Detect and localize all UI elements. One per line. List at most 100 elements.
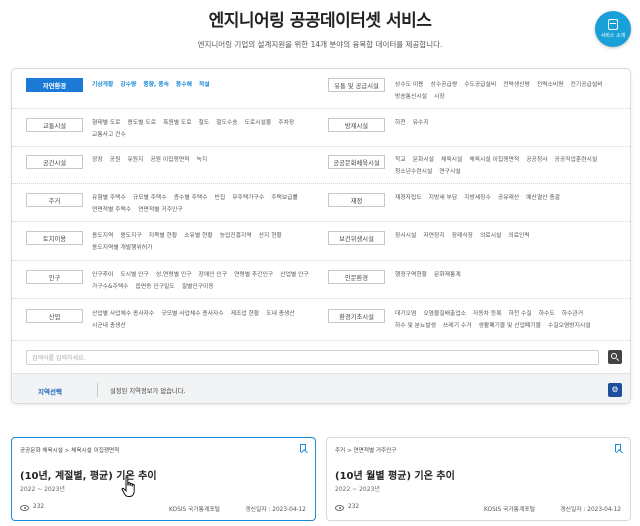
category-item[interactable]: 빈집 [215, 193, 226, 205]
category-item[interactable]: 자동차 등록 [473, 309, 502, 321]
category-item[interactable]: 하수도 [539, 309, 555, 321]
category-item[interactable]: 공원 이집쟁면적 [150, 155, 189, 167]
category-item[interactable]: 산업별 사업체수 종사자수 [92, 309, 154, 321]
category-item[interactable]: 지목별 현황 [149, 231, 178, 243]
category-item[interactable]: 용도지구 [120, 231, 141, 243]
category-item[interactable]: 공유재산 [498, 193, 519, 205]
category-item[interactable]: 도내 총생산 [266, 309, 295, 321]
category-item[interactable]: 공원 [110, 155, 121, 167]
category-item[interactable]: 용도지역 [92, 231, 113, 243]
category-item[interactable]: 의료인력 [508, 231, 529, 243]
category-item[interactable]: 하천 [395, 118, 406, 130]
category-item[interactable]: 교통사고 건수 [92, 130, 126, 142]
category-item[interactable]: 오염물질배출업소 [423, 309, 466, 321]
category-item[interactable]: 행정구역현황 [395, 270, 427, 282]
category-item[interactable]: 용도지역별 개발행위허가 [92, 243, 153, 255]
category-item[interactable]: 시장 [434, 92, 445, 104]
category-item[interactable]: 형태별 도로 [92, 118, 121, 130]
category-item[interactable]: 인구추이 [92, 270, 113, 282]
category-item[interactable]: 강수량 [120, 80, 136, 92]
category-housing[interactable]: 주거 [26, 193, 83, 207]
category-item[interactable]: 문화시설 [413, 155, 434, 167]
category-item[interactable]: 광장 [92, 155, 103, 167]
category-item[interactable]: 도로시설물 [245, 118, 272, 130]
category-distribution[interactable]: 유통 및 공급시설 [328, 78, 385, 92]
category-item[interactable]: 층수별 주택수 [174, 193, 208, 205]
region-settings-button[interactable]: ⚙ [608, 383, 622, 397]
category-space[interactable]: 공간시설 [26, 155, 83, 169]
category-item[interactable]: 하수 및 분뇨발생 [395, 321, 436, 333]
category-item[interactable]: 철도수송 [216, 118, 237, 130]
category-item[interactable]: 전기공급설비 [571, 80, 603, 92]
category-item[interactable]: 폭원별 도로 [163, 118, 192, 130]
category-item[interactable]: 지방세징수 [464, 193, 491, 205]
region-select-title[interactable]: 지역선택 [38, 386, 62, 396]
category-item[interactable]: 적설 [199, 80, 210, 92]
service-intro-button[interactable]: 서비스 소개 [595, 11, 631, 47]
category-item[interactable]: 소유별 현황 [184, 231, 213, 243]
category-item[interactable]: 주차장 [278, 118, 294, 130]
category-item[interactable]: 지방세 부담 [429, 193, 458, 205]
category-item[interactable]: 시군내 총생산 [92, 321, 126, 333]
category-item[interactable]: 전력생산량 [503, 80, 530, 92]
category-item[interactable]: 유원지 [127, 155, 143, 167]
category-item[interactable]: 장례식장 [452, 231, 473, 243]
category-public-culture[interactable]: 공공문화체육시설 [328, 155, 385, 169]
bookmark-icon[interactable] [615, 444, 621, 452]
category-item[interactable]: 수도공급설비 [464, 80, 496, 92]
category-item[interactable]: 의료시설 [480, 231, 501, 243]
category-industry[interactable]: 산업 [26, 309, 83, 323]
category-item[interactable]: 자연장지 [423, 231, 444, 243]
category-item[interactable]: 대기오염 [395, 309, 416, 321]
category-item[interactable]: 녹지 [197, 155, 208, 167]
category-item[interactable]: 농업진흥지역 [220, 231, 252, 243]
category-health[interactable]: 보건위생시설 [328, 231, 385, 245]
category-item[interactable]: 장애인 인구 [199, 270, 228, 282]
dataset-card[interactable]: 주거 > 연면적별 거주인구 (10년 월별 평균) 기온 추이 2022 ~ … [326, 437, 631, 521]
category-item[interactable]: 주택보급률 [271, 193, 298, 205]
category-item[interactable]: 용도별 도로 [128, 118, 157, 130]
category-item[interactable]: 풍수해 [176, 80, 192, 92]
category-item[interactable]: 공공직업훈련시설 [555, 155, 598, 167]
category-item[interactable]: 가구수&주택수 [92, 282, 129, 294]
category-natural-env[interactable]: 자연환경 [26, 78, 83, 92]
category-item[interactable]: 규모별 사업체수 종사자수 [161, 309, 223, 321]
category-item[interactable]: 예산결산 총괄 [526, 193, 560, 205]
search-button[interactable] [608, 350, 622, 364]
category-item[interactable]: 유수지 [413, 118, 429, 130]
category-item[interactable]: 쓰레기 수거 [443, 321, 472, 333]
category-item[interactable]: 체육시설 [441, 155, 462, 167]
category-item[interactable]: 연면적별 주택수 [92, 205, 131, 217]
category-item[interactable]: 하천 수질 [509, 309, 532, 321]
category-item[interactable]: 체육시설 이집쟁면적 [469, 155, 519, 167]
category-item[interactable]: 산업별 인구 [280, 270, 309, 282]
category-finance[interactable]: 재정 [328, 193, 385, 207]
category-item[interactable]: 산지 현황 [259, 231, 282, 243]
category-item[interactable]: 방송통신시설 [395, 92, 427, 104]
category-item[interactable]: 문화재통계 [434, 270, 461, 282]
category-item[interactable]: 연면적별 거주인구 [138, 205, 183, 217]
category-land-use[interactable]: 토지이용 [26, 231, 83, 245]
category-item[interactable]: 수질오염방지시설 [548, 321, 591, 333]
category-item[interactable]: 유형별 주택수 [92, 193, 126, 205]
category-item[interactable]: 생활폐기물 및 산업폐기물 [479, 321, 541, 333]
category-disaster[interactable]: 방재시설 [328, 118, 385, 132]
category-humanities[interactable]: 인문환경 [328, 270, 385, 284]
category-item[interactable]: 철도 [199, 118, 210, 130]
category-item[interactable]: 기상개황 [92, 80, 113, 92]
category-item[interactable]: 연구시설 [439, 167, 460, 179]
bookmark-icon[interactable] [300, 444, 306, 452]
category-item[interactable]: 연령별 추간인구 [234, 270, 273, 282]
category-item[interactable]: 전력소비량 [537, 80, 564, 92]
category-item[interactable]: 학교 [395, 155, 406, 167]
category-item[interactable]: 도시별 인구 [120, 270, 149, 282]
category-item[interactable]: 규모별 주택수 [133, 193, 167, 205]
category-item[interactable]: 풍향, 풍속 [143, 80, 169, 92]
category-item[interactable]: 청소년수련시설 [395, 167, 432, 179]
category-transport[interactable]: 교통시설 [26, 118, 83, 132]
category-env-infra[interactable]: 환경기초시설 [328, 309, 385, 323]
category-item[interactable]: 무주택가구수 [232, 193, 264, 205]
category-item[interactable]: 장사시설 [395, 231, 416, 243]
category-item[interactable]: 공공청사 [526, 155, 547, 167]
category-item[interactable]: 읍면동 인구밀도 [136, 282, 175, 294]
